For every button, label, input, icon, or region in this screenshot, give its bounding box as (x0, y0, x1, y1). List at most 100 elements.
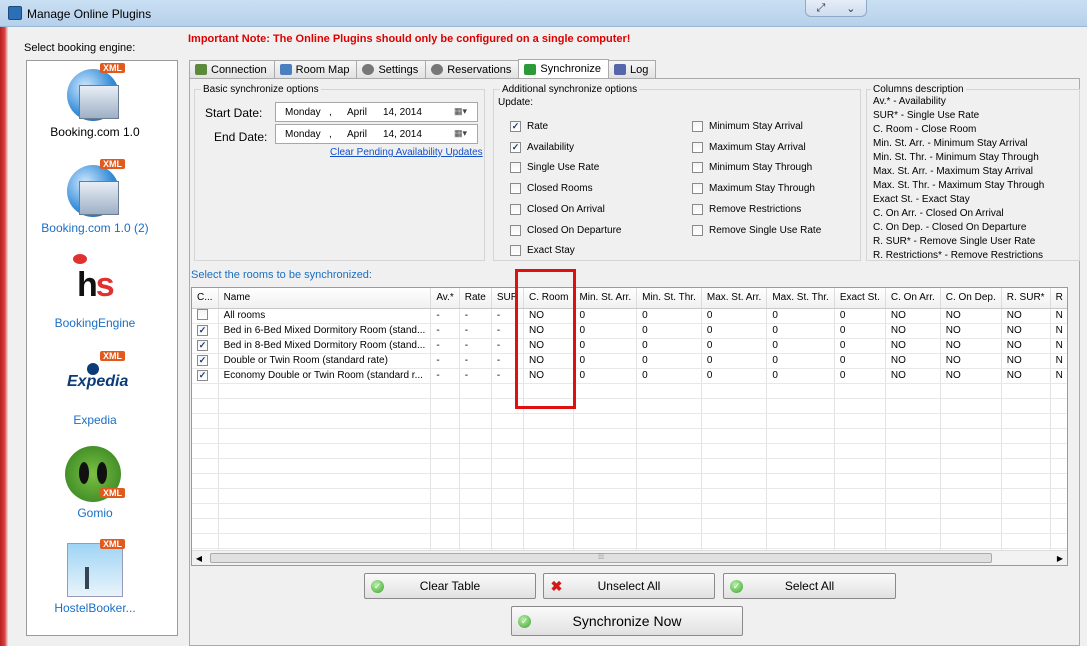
row-checkbox-cell[interactable]: ✓ (192, 323, 219, 339)
checkbox-unchecked[interactable] (510, 183, 521, 195)
table-cell: - (430, 368, 460, 384)
checkbox-unchecked[interactable] (692, 121, 703, 132)
table-row[interactable]: ✓ Economy Double or Twin Room (standard r… (192, 368, 1067, 384)
checkbox-unchecked[interactable] (510, 245, 521, 257)
option-checkbox[interactable]: Closed On Departure (510, 224, 622, 236)
table-row[interactable]: All rooms - - - NO 0 0 0 0 0 NO NO NO N (192, 308, 1067, 324)
row-checkbox-cell[interactable] (192, 308, 219, 324)
checkbox-unchecked[interactable] (692, 162, 703, 174)
column-header[interactable]: C... (192, 288, 219, 309)
start-date-picker[interactable]: Monday , April 14, 2014 ▦▾ (275, 102, 478, 122)
column-header[interactable]: Av.* (430, 288, 460, 309)
checkbox-checked[interactable]: ✓ (197, 370, 208, 381)
checkbox-unchecked[interactable] (510, 224, 521, 236)
option-label: Single Use Rate (527, 162, 600, 174)
checkbox-checked[interactable]: ✓ (197, 355, 208, 366)
checkbox-checked[interactable]: ✓ (197, 325, 208, 336)
tab-label: Settings (378, 63, 419, 76)
checkbox-checked[interactable]: ✓ (510, 141, 521, 153)
option-checkbox[interactable]: Minimum Stay Arrival (692, 121, 803, 132)
c-room-column-highlight (515, 269, 576, 409)
engine-item[interactable]: XML Booking.com 1.0 (2) (27, 159, 163, 235)
tab-room-map[interactable]: Room Map (273, 60, 358, 78)
option-checkbox[interactable]: ✓ Availability (510, 141, 574, 153)
start-weekday: Monday (285, 107, 321, 118)
option-checkbox[interactable]: Maximum Stay Through (692, 183, 815, 195)
scroll-left-icon[interactable]: ◀ (192, 551, 206, 565)
synchronize-now-button[interactable]: ✓ Synchronize Now (511, 606, 743, 636)
column-header[interactable]: Max. St. Arr. (701, 288, 768, 309)
engine-item[interactable]: XML Booking.com 1.0 (27, 63, 163, 139)
restore-icon[interactable]: ⤢ (816, 2, 825, 15)
unselect-all-button[interactable]: ✖ Unselect All (543, 573, 715, 599)
option-checkbox[interactable]: Closed On Arrival (510, 203, 605, 215)
chevron-down-icon[interactable]: ⌄ (846, 2, 855, 15)
calendar-icon[interactable]: ▦▾ (454, 106, 474, 119)
option-checkbox[interactable]: Remove Single Use Rate (692, 224, 821, 236)
tab-log[interactable]: Log (607, 60, 657, 78)
grid-scrollbar-thumb[interactable]: ⁞⁞⁞ (210, 553, 992, 563)
option-checkbox[interactable]: Single Use Rate (510, 162, 600, 174)
calendar-icon[interactable]: ▦▾ (454, 128, 474, 141)
column-header[interactable]: Rate (459, 288, 492, 309)
red-x-icon: ✖ (550, 578, 563, 594)
row-checkbox-cell[interactable]: ✓ (192, 338, 219, 354)
row-checkbox-cell[interactable]: ✓ (192, 353, 219, 369)
row-checkbox-cell[interactable]: ✓ (192, 368, 219, 384)
table-row[interactable]: ✓ Bed in 6-Bed Mixed Dormitory Room (stan… (192, 323, 1067, 339)
checkbox-unchecked[interactable] (197, 308, 208, 320)
checkbox-checked[interactable]: ✓ (197, 340, 208, 351)
engine-item[interactable]: XML Gomio (27, 444, 163, 520)
rooms-grid[interactable]: C... Name Av.* Rate SUR C. Room Min. St. Arr. M… (191, 287, 1068, 566)
table-cell: 0 (766, 368, 835, 384)
option-checkbox[interactable]: Minimum Stay Through (692, 162, 812, 174)
checkbox-checked[interactable]: ✓ (510, 121, 521, 132)
column-description-line: Av.* - Availability (873, 96, 946, 107)
option-checkbox[interactable]: ✓ Rate (510, 121, 548, 132)
grid-horizontal-scrollbar[interactable]: ◀ ⁞⁞⁞ ▶ (192, 550, 1067, 565)
table-cell: NO (885, 323, 941, 339)
engine-item[interactable]: XML HostelBooker... (27, 539, 163, 615)
tab-connection[interactable]: Connection (189, 60, 275, 78)
table-cell: 0 (834, 353, 886, 369)
engine-label: HostelBooker... (54, 601, 136, 615)
option-checkbox[interactable]: Maximum Stay Arrival (692, 141, 806, 153)
option-label: Closed On Departure (527, 224, 622, 236)
checkbox-unchecked[interactable] (692, 141, 703, 153)
clear-pending-link[interactable]: Clear Pending Availability Updates (330, 147, 483, 158)
column-header[interactable]: C. On Dep. (940, 288, 1002, 309)
table-row[interactable]: ✓ Bed in 8-Bed Mixed Dormitory Room (stan… (192, 338, 1067, 354)
column-header[interactable]: C. On Arr. (885, 288, 941, 309)
clear-table-button[interactable]: ✓ Clear Table (364, 573, 536, 599)
scroll-right-icon[interactable]: ▶ (1053, 551, 1067, 565)
column-header[interactable]: R (1050, 288, 1067, 309)
engine-item[interactable]: Expedia XML Expedia (27, 351, 163, 427)
column-header[interactable]: Exact St. (834, 288, 886, 309)
checkbox-unchecked[interactable] (692, 224, 703, 236)
empty-row (192, 533, 1067, 549)
checkbox-unchecked[interactable] (510, 203, 521, 215)
tab-synchronize[interactable]: Synchronize (518, 59, 609, 78)
empty-row (192, 458, 1067, 474)
tab-reservations[interactable]: Reservations (425, 60, 520, 78)
table-cell: All rooms (218, 308, 432, 324)
column-header[interactable]: Max. St. Thr. (766, 288, 835, 309)
column-header[interactable]: Name (218, 288, 432, 309)
option-checkbox[interactable]: Exact Stay (510, 245, 575, 257)
checkbox-unchecked[interactable] (692, 183, 703, 195)
option-checkbox[interactable]: Closed Rooms (510, 183, 593, 195)
tab-settings[interactable]: Settings (356, 60, 427, 78)
column-header[interactable]: Min. St. Thr. (636, 288, 702, 309)
table-row[interactable]: ✓ Double or Twin Room (standard rate) - - - N… (192, 353, 1067, 369)
end-date-picker[interactable]: Monday , April 14, 2014 ▦▾ (275, 124, 478, 144)
booking-engine-list[interactable]: XML Booking.com 1.0 XML Booking.com 1.0 (2)… (26, 60, 178, 636)
column-header[interactable]: R. SUR* (1001, 288, 1051, 309)
select-all-button[interactable]: ✓ Select All (723, 573, 896, 599)
checkbox-unchecked[interactable] (510, 162, 521, 174)
checkbox-unchecked[interactable] (692, 203, 703, 215)
engine-item[interactable]: hs BookingEngine (27, 254, 163, 330)
column-header[interactable]: Min. St. Arr. (573, 288, 638, 309)
option-label: Minimum Stay Arrival (709, 121, 803, 132)
option-checkbox[interactable]: Remove Restrictions (692, 203, 801, 215)
start-date: 14, 2014 (383, 107, 422, 118)
